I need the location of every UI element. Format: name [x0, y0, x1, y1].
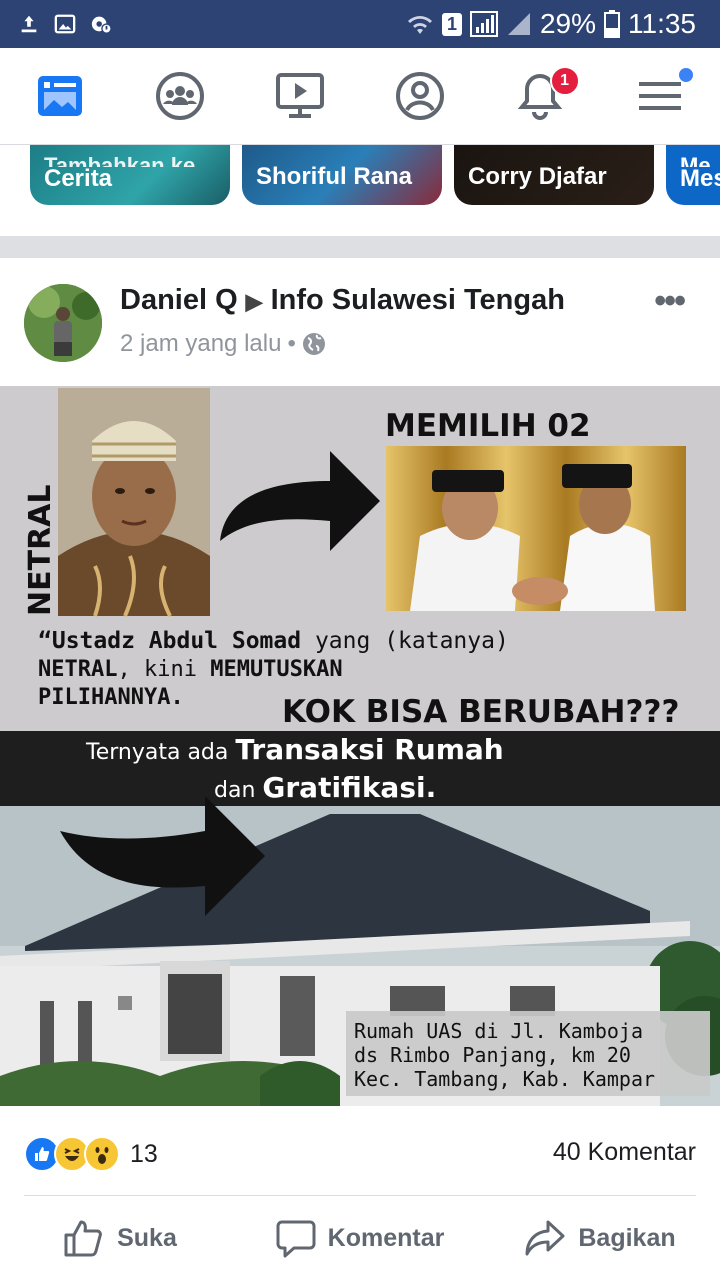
quote-line-1: “Ustadz Abdul Somad yang (katanya) — [38, 628, 509, 654]
notification-badge: 1 — [549, 66, 580, 96]
quote-part2: yang (katanya) — [301, 628, 509, 654]
top-navigation: 1 — [0, 48, 720, 145]
news-feed-icon — [38, 76, 82, 116]
caption-line-3: Kec. Tambang, Kab. Kampar — [354, 1067, 655, 1091]
wifi-icon — [407, 16, 432, 34]
nav-groups[interactable] — [120, 48, 240, 144]
caption-line-2: ds Rimbo Panjang, km 20 — [354, 1043, 631, 1067]
comment-button[interactable]: Komentar — [240, 1196, 480, 1280]
quote-line-2: NETRAL, kini MEMUTUSKAN — [38, 657, 343, 682]
author-name[interactable]: Daniel Q — [120, 284, 238, 316]
story-label: Corry Djafar — [468, 163, 607, 190]
signal-strength-icon — [507, 13, 530, 35]
transaksi-text: Transaksi Rumah — [235, 733, 503, 766]
menu-new-dot — [679, 68, 694, 82]
menu-icon — [639, 82, 681, 110]
netral-text: NETRAL — [23, 485, 58, 617]
groups-icon — [156, 72, 204, 120]
stories-tray: Tambahkan ke Cerita Shoriful Rana Corry … — [0, 145, 720, 235]
post-author-line: Daniel Q ▶ Info Sulawesi Tengah — [120, 284, 565, 317]
meta-separator: • — [287, 330, 296, 357]
share-button[interactable]: Bagikan — [480, 1196, 720, 1280]
memilih-text: MEMILIH 02 — [385, 408, 591, 444]
caption-line-1: Rumah UAS di Jl. Kamboja — [354, 1019, 643, 1043]
battery-icon — [604, 10, 620, 38]
watch-icon — [276, 73, 324, 118]
feed-divider — [0, 236, 720, 258]
quote-part4: , kini — [117, 657, 210, 682]
reactions-summary: 13 40 Komentar — [0, 1108, 720, 1194]
story-shoriful-rana[interactable]: Shoriful Rana — [242, 145, 442, 205]
globe-icon — [302, 333, 325, 355]
nav-menu[interactable] — [600, 48, 720, 144]
story-add-label-2: Cerita — [44, 165, 113, 192]
like-label: Suka — [117, 1223, 177, 1252]
story-partial-label-2: Mes — [680, 165, 720, 192]
story-corry-djafar[interactable]: Corry Djafar — [454, 145, 654, 205]
story-label: Shoriful Rana — [256, 163, 413, 190]
thumbs-up-icon — [64, 1220, 102, 1257]
wow-icon — [84, 1136, 120, 1172]
sim-icon: 1 — [441, 12, 462, 36]
quote-line-3: PILIHANNYA. — [38, 685, 184, 710]
nav-profile[interactable] — [360, 48, 480, 144]
nav-notifications[interactable]: 1 — [480, 48, 600, 144]
gratifikasi-text: Gratifikasi. — [262, 771, 436, 804]
post-time[interactable]: 2 jam yang lalu — [120, 330, 281, 358]
post-header: Daniel Q ▶ Info Sulawesi Tengah 2 jam yang… — [0, 258, 720, 386]
quote-part3: NETRAL — [38, 657, 117, 682]
reaction-icons[interactable]: 13 — [24, 1136, 158, 1172]
comment-label: Komentar — [327, 1223, 445, 1252]
comment-count[interactable]: 40 Komentar — [553, 1138, 696, 1167]
nav-news-feed[interactable] — [0, 48, 120, 144]
dan-text: dan — [214, 778, 262, 803]
signal-icon — [469, 11, 498, 37]
quote-part1: “Ustadz Abdul Somad — [38, 628, 301, 654]
story-partial[interactable]: Me Mes — [666, 145, 720, 205]
image-icon — [54, 14, 76, 34]
nav-watch[interactable] — [240, 48, 360, 144]
clock: 11:35 — [628, 8, 696, 39]
reaction-count: 13 — [130, 1139, 158, 1168]
like-button[interactable]: Suka — [0, 1196, 240, 1280]
story-add[interactable]: Tambahkan ke Cerita — [30, 145, 230, 205]
avatar-image — [24, 284, 102, 362]
author-avatar[interactable] — [24, 284, 102, 362]
post-actions: Suka Komentar Bagikan — [0, 1196, 720, 1280]
post-image[interactable]: MEMILIH 02 NETRAL “Ustadz Abdul Somad ya… — [0, 386, 720, 1106]
post-options-button[interactable]: ••• — [654, 282, 686, 321]
profile-icon — [396, 72, 444, 120]
ternyata-text: Ternyata ada — [85, 740, 235, 765]
quote-part5: MEMUTUSKAN — [210, 657, 342, 682]
download-icon — [21, 15, 37, 33]
comment-icon — [276, 1220, 316, 1258]
post-meta: 2 jam yang lalu • — [120, 330, 326, 358]
status-bar: 1 29% 11:35 — [0, 0, 720, 48]
story-add-label-1: Tambahkan ke — [44, 155, 195, 167]
kok-bisa-text: KOK BISA BERUBAH??? — [282, 694, 679, 730]
share-icon — [525, 1220, 565, 1256]
target-group[interactable]: Info Sulawesi Tengah — [271, 284, 565, 316]
settings-notification-icon — [91, 16, 112, 34]
share-to-arrow-icon: ▶ — [245, 289, 263, 314]
post-image-graphic: MEMILIH 02 NETRAL “Ustadz Abdul Somad ya… — [0, 386, 720, 1106]
share-label: Bagikan — [578, 1223, 676, 1252]
battery-percent: 29% — [539, 8, 596, 39]
